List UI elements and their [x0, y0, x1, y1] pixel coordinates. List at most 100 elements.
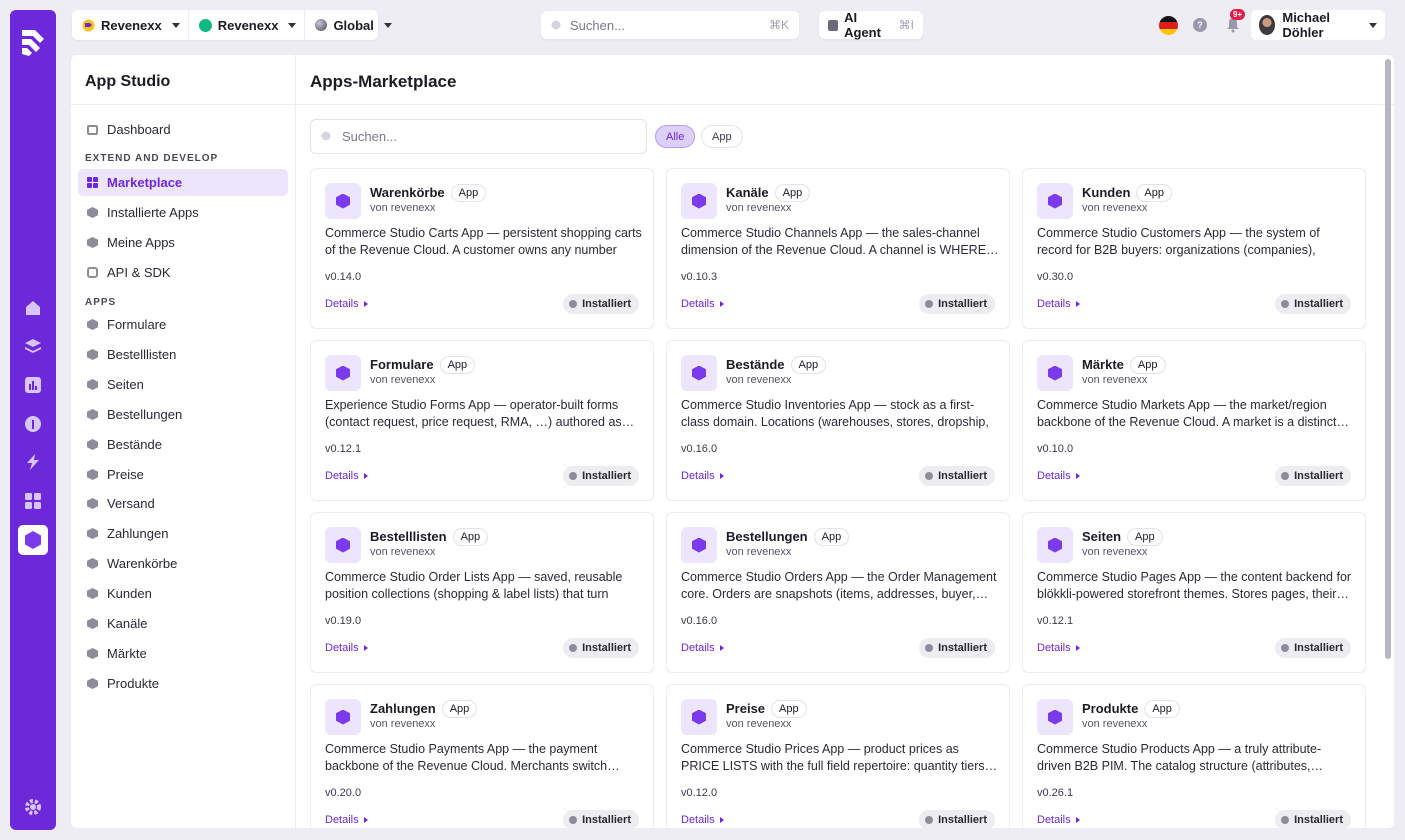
tenant-name: Revenexx [217, 17, 279, 33]
sidebar-item-app[interactable]: Kunden [78, 580, 288, 607]
search-icon [321, 131, 331, 141]
installed-badge: Installiert [1275, 638, 1351, 658]
details-link[interactable]: Details [681, 642, 724, 654]
details-label: Details [1037, 814, 1071, 826]
app-cube-icon [1037, 527, 1073, 563]
app-card[interactable]: Bestände App von revenexx Commerce Studio… [666, 340, 1010, 501]
context-switcher: Revenexx Revenexx Global [72, 10, 392, 40]
search-icon [551, 20, 561, 29]
user-menu[interactable]: Michael Döhler [1251, 10, 1385, 40]
app-description: Commerce Studio Order Lists App — saved,… [325, 570, 623, 601]
app-card[interactable]: Preise App von revenexx Commerce Studio P… [666, 684, 1010, 828]
sidebar-item-app[interactable]: Formulare [78, 311, 288, 338]
cube-icon [87, 498, 98, 509]
status-label: Installiert [582, 814, 631, 826]
details-link[interactable]: Details [325, 298, 368, 310]
settings-gear-icon[interactable] [23, 797, 43, 817]
app-description: Commerce Studio Markets App — the market… [1037, 398, 1349, 429]
app-card[interactable]: Seiten App von revenexx Commerce Studio P… [1022, 512, 1366, 673]
ai-agent-label: AI Agent [844, 10, 881, 40]
app-card[interactable]: Bestellungen App von revenexx Commerce St… [666, 512, 1010, 673]
sidebar-item-label: Märkte [107, 646, 147, 661]
app-card[interactable]: Warenkörbe App von revenexx Commerce Stud… [310, 168, 654, 329]
sidebar-item-app[interactable]: Zahlungen [78, 520, 288, 547]
app-card[interactable]: Märkte App von revenexx Commerce Studio M… [1022, 340, 1366, 501]
app-type-tag: App [774, 184, 811, 202]
app-vendor: von revenexx [726, 546, 792, 558]
app-cube-icon [681, 355, 717, 391]
chevron-down-icon [288, 22, 297, 28]
installed-check-icon [569, 472, 578, 480]
filter-chip-app[interactable]: App [701, 125, 743, 148]
cube-icon [87, 409, 98, 420]
search-shortcut: ⌘K [768, 18, 789, 32]
marketplace-search-input[interactable]: Suchen... [310, 119, 647, 154]
sidebar-item-app[interactable]: Versand [78, 490, 288, 517]
sidebar-item-app[interactable]: Preise [78, 461, 288, 488]
cube-icon [87, 618, 98, 629]
analytics-icon[interactable] [23, 375, 43, 395]
details-link[interactable]: Details [325, 642, 368, 654]
sidebar-item-app[interactable]: Bestellungen [78, 401, 288, 428]
chevron-right-icon [1075, 817, 1080, 823]
details-link[interactable]: Details [1037, 642, 1080, 654]
sidebar-item-dashboard[interactable]: Dashboard [78, 116, 288, 143]
details-link[interactable]: Details [681, 298, 724, 310]
app-studio-cube-icon[interactable] [18, 525, 48, 555]
details-link[interactable]: Details [681, 470, 724, 482]
details-link[interactable]: Details [1037, 814, 1080, 826]
layers-icon[interactable] [23, 336, 43, 356]
chevron-right-icon [1075, 645, 1080, 651]
status-label: Installiert [1294, 814, 1343, 826]
globe-icon [315, 19, 328, 31]
app-card[interactable]: Produkte App von revenexx Commerce Studio… [1022, 684, 1366, 828]
chevron-right-icon [363, 817, 368, 823]
sidebar-item-app[interactable]: Kanäle [78, 610, 288, 637]
sidebar-item-app[interactable]: Bestelllisten [78, 341, 288, 368]
details-link[interactable]: Details [1037, 470, 1080, 482]
language-flag-de-icon[interactable] [1159, 16, 1178, 35]
details-link[interactable]: Details [325, 814, 368, 826]
sidebar-item-app[interactable]: Seiten [78, 371, 288, 398]
sidebar-item-marketplace[interactable]: Marketplace [78, 169, 288, 196]
sidebar-item-api-sdk[interactable]: API & SDK [78, 259, 288, 286]
home-icon[interactable] [23, 298, 43, 318]
section-apps: APPS [85, 297, 117, 308]
scrollbar[interactable] [1385, 59, 1391, 659]
details-label: Details [325, 298, 359, 310]
sidebar-item-app[interactable]: Warenkörbe [78, 550, 288, 577]
details-link[interactable]: Details [681, 814, 724, 826]
global-search-input[interactable]: Suchen... ⌘K [541, 11, 799, 39]
tenant-selector[interactable]: Revenexx [189, 10, 306, 40]
sidebar-item-app[interactable]: Märkte [78, 640, 288, 667]
app-card[interactable]: Kunden App von revenexx Commerce Studio C… [1022, 168, 1366, 329]
sidebar-item-app[interactable]: Bestände [78, 431, 288, 458]
app-card[interactable]: Kanäle App von revenexx Commerce Studio C… [666, 168, 1010, 329]
apps-grid-icon[interactable] [23, 491, 43, 511]
app-version: v0.14.0 [325, 271, 362, 283]
bolt-icon[interactable] [23, 452, 43, 472]
app-version: v0.12.1 [1037, 615, 1074, 627]
details-label: Details [1037, 470, 1071, 482]
sidebar-item-installed-apps[interactable]: Installierte Apps [78, 199, 288, 226]
app-card[interactable]: Zahlungen App von revenexx Commerce Studi… [310, 684, 654, 828]
help-icon[interactable]: ? [1193, 18, 1207, 32]
sidebar-item-my-apps[interactable]: Meine Apps [78, 229, 288, 256]
globe-icon[interactable] [23, 414, 43, 434]
details-link[interactable]: Details [1037, 298, 1080, 310]
filter-chip-all[interactable]: Alle [655, 125, 696, 148]
app-type-tag: App [439, 356, 476, 374]
status-label: Installiert [582, 470, 631, 482]
cube-icon [87, 469, 98, 480]
app-card[interactable]: Formulare App von revenexx Experience Stu… [310, 340, 654, 501]
app-vendor: von revenexx [370, 374, 436, 386]
sidebar-item-app[interactable]: Produkte [78, 670, 288, 697]
app-card[interactable]: Bestelllisten App von revenexx Commerce S… [310, 512, 654, 673]
scope-selector[interactable]: Global [305, 10, 399, 40]
details-link[interactable]: Details [325, 470, 368, 482]
chevron-right-icon [1075, 301, 1080, 307]
ai-agent-button[interactable]: AI Agent ⌘I [819, 10, 923, 40]
dashboard-icon [87, 124, 98, 135]
org-selector[interactable]: Revenexx [72, 10, 189, 40]
revenexx-logo[interactable] [19, 26, 47, 58]
